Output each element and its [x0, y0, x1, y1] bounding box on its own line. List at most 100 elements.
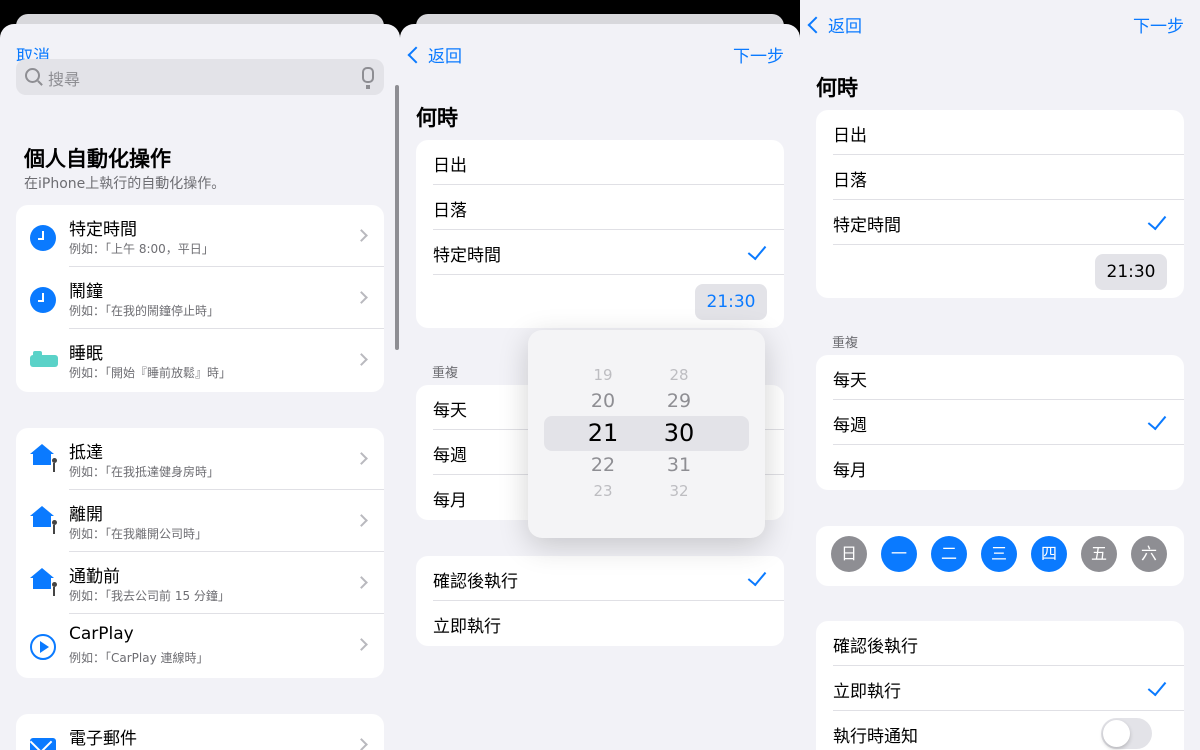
chevron-left-icon — [807, 16, 825, 34]
section-title-when: 何時 — [816, 76, 858, 100]
hour-selected[interactable]: 21 — [573, 419, 633, 447]
house-icon — [30, 444, 59, 472]
hour-option[interactable]: 22 — [573, 454, 633, 476]
checkmark-icon — [1147, 676, 1167, 697]
option-sunset[interactable]: 日落 — [416, 185, 784, 230]
weekday-5[interactable]: 五 — [1081, 536, 1117, 572]
weekday-6[interactable]: 六 — [1131, 536, 1167, 572]
list-item-specific-time[interactable]: 特定時間 例如：「上午 8:00，平日」 — [16, 205, 384, 267]
minute-option[interactable]: 31 — [649, 454, 709, 476]
minute-option[interactable]: 32 — [649, 482, 709, 500]
other-triggers-group: 電子郵件 — [16, 714, 384, 750]
item-desc: 例如：「在我抵達健身房時」 — [69, 465, 220, 479]
chevron-right-icon — [355, 353, 368, 366]
item-title: 抵達 — [69, 443, 103, 463]
next-button[interactable]: 下一步 — [733, 42, 784, 67]
microphone-icon[interactable] — [362, 67, 374, 89]
time-wheel-picker[interactable]: 19 20 21 22 23 28 29 30 31 32 — [528, 330, 765, 538]
item-desc: 例如：「我去公司前 15 分鐘」 — [69, 589, 230, 603]
notify-toggle[interactable] — [1101, 718, 1152, 749]
bed-icon — [30, 349, 58, 375]
chevron-right-icon — [355, 452, 368, 465]
hour-option[interactable]: 20 — [573, 390, 633, 412]
search-input[interactable]: 搜尋 — [16, 59, 384, 95]
page-subtitle: 在iPhone上執行的自動化操作。 — [24, 176, 226, 192]
repeat-daily[interactable]: 每天 — [816, 355, 1184, 400]
item-desc: 例如：「在我離開公司時」 — [69, 527, 208, 541]
item-title: 睡眠 — [69, 344, 103, 364]
run-immediately[interactable]: 立即執行 — [816, 666, 1184, 711]
repeat-weekly[interactable]: 每週 — [816, 400, 1184, 445]
item-title: 離開 — [69, 505, 103, 525]
item-title: 通勤前 — [69, 567, 120, 587]
list-item-sleep[interactable]: 睡眠 例如：「開始『睡前放鬆』時」 — [16, 329, 384, 391]
time-triggers-group: 特定時間 例如：「上午 8:00，平日」 鬧鐘 例如：「在我的鬧鐘停止時」 睡眠… — [16, 205, 384, 392]
hour-option[interactable]: 23 — [573, 482, 633, 500]
back-button[interactable]: 返回 — [807, 12, 862, 37]
weekday-0[interactable]: 日 — [831, 536, 867, 572]
item-desc: 例如：「在我的鬧鐘停止時」 — [69, 304, 220, 318]
scrollbar[interactable] — [395, 85, 399, 350]
chevron-right-icon — [355, 576, 368, 589]
repeat-label: 重複 — [832, 336, 859, 351]
when-options-group: 日出 日落 特定時間 21:30 — [816, 110, 1184, 298]
item-title: 特定時間 — [69, 220, 137, 240]
minute-option[interactable]: 29 — [649, 390, 709, 412]
chevron-right-icon — [355, 514, 368, 527]
option-sunset[interactable]: 日落 — [816, 155, 1184, 200]
list-item-carplay[interactable]: CarPlay 例如：「CarPlay 連線時」 — [16, 614, 384, 676]
panel-new-automation: 取消 搜尋 個人自動化操作 在iPhone上執行的自動化操作。 特定時間 例如：… — [0, 0, 400, 750]
chevron-right-icon — [355, 738, 368, 750]
run-mode-group: 確認後執行 立即執行 執行時通知 — [816, 621, 1184, 750]
weekday-2[interactable]: 二 — [931, 536, 967, 572]
run-after-confirm[interactable]: 確認後執行 — [416, 556, 784, 601]
weekday-4[interactable]: 四 — [1031, 536, 1067, 572]
option-sunrise[interactable]: 日出 — [816, 110, 1184, 155]
list-item-commute[interactable]: 通勤前 例如：「我去公司前 15 分鐘」 — [16, 552, 384, 614]
walker-icon — [50, 458, 59, 472]
option-specific-time[interactable]: 特定時間 — [416, 230, 784, 275]
item-title: 鬧鐘 — [69, 282, 103, 302]
minute-option[interactable]: 28 — [649, 366, 709, 384]
walker-icon — [50, 582, 59, 596]
back-button[interactable]: 返回 — [407, 42, 462, 67]
option-sunrise[interactable]: 日出 — [416, 140, 784, 185]
list-item-email[interactable]: 電子郵件 — [16, 714, 384, 750]
notify-on-run: 執行時通知 — [816, 711, 1184, 750]
walker-icon — [50, 520, 59, 534]
carplay-icon — [30, 634, 56, 660]
chevron-right-icon — [355, 291, 368, 304]
when-options-group: 日出 日落 特定時間 21:30 — [416, 140, 784, 328]
chevron-right-icon — [355, 229, 368, 242]
run-immediately[interactable]: 立即執行 — [416, 601, 784, 646]
search-placeholder: 搜尋 — [48, 70, 81, 89]
run-after-confirm[interactable]: 確認後執行 — [816, 621, 1184, 666]
list-item-leave[interactable]: 離開 例如：「在我離開公司時」 — [16, 490, 384, 552]
mail-icon — [30, 738, 56, 750]
list-item-alarm[interactable]: 鬧鐘 例如：「在我的鬧鐘停止時」 — [16, 267, 384, 329]
list-item-arrive[interactable]: 抵達 例如：「在我抵達健身房時」 — [16, 428, 384, 490]
weekday-1[interactable]: 一 — [881, 536, 917, 572]
hour-option[interactable]: 19 — [573, 366, 633, 384]
panel-weekly-settings: 返回 下一步 何時 日出 日落 特定時間 21:30 重複 每天 每週 每月 確… — [800, 0, 1200, 750]
next-button[interactable]: 下一步 — [1133, 12, 1184, 37]
page-title: 個人自動化操作 — [24, 147, 171, 171]
item-desc: 例如：「開始『睡前放鬆』時」 — [69, 366, 232, 380]
chevron-right-icon — [355, 638, 368, 651]
weekday-3[interactable]: 三 — [981, 536, 1017, 572]
item-title: 電子郵件 — [69, 729, 137, 749]
checkmark-icon — [747, 240, 767, 261]
run-mode-group: 確認後執行 立即執行 — [416, 556, 784, 646]
option-specific-time[interactable]: 特定時間 — [816, 200, 1184, 245]
section-title-when: 何時 — [416, 106, 458, 130]
search-icon — [25, 68, 40, 83]
minute-selected[interactable]: 30 — [649, 419, 709, 447]
repeat-group: 每天 每週 每月 — [816, 355, 1184, 490]
time-button[interactable]: 21:30 — [695, 284, 767, 320]
chevron-left-icon — [407, 46, 425, 64]
repeat-monthly[interactable]: 每月 — [816, 445, 1184, 490]
item-desc: 例如：「CarPlay 連線時」 — [69, 651, 209, 665]
clock-icon — [30, 287, 56, 313]
time-button[interactable]: 21:30 — [1095, 254, 1167, 290]
checkmark-icon — [1147, 410, 1167, 431]
